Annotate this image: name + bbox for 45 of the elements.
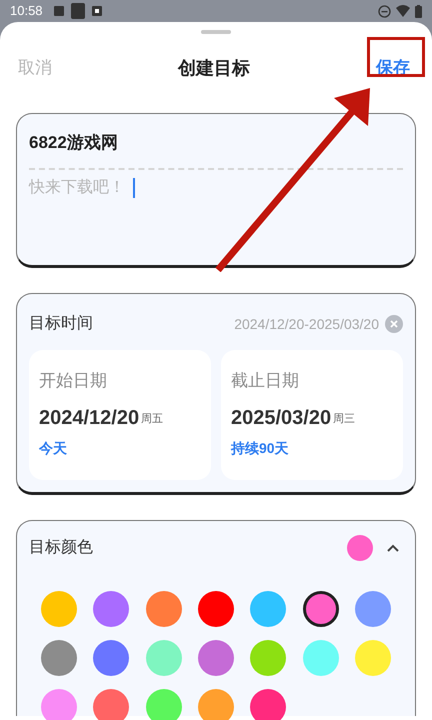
date-label: 截止日期 (231, 370, 299, 392)
date-note: 持续90天 (231, 438, 289, 458)
color-swatch[interactable] (93, 591, 130, 627)
color-swatch[interactable] (198, 640, 234, 676)
color-swatch[interactable] (250, 640, 286, 676)
status-time: 10:58 (10, 2, 43, 20)
color-swatch[interactable] (302, 640, 339, 676)
page-title: 创建目标 (178, 56, 250, 80)
color-swatch[interactable] (250, 689, 286, 720)
note-title: 6822游戏网 (29, 132, 119, 154)
color-swatch[interactable] (41, 591, 78, 627)
color-swatch[interactable] (41, 640, 78, 676)
battery-icon (415, 4, 422, 18)
clear-icon[interactable] (385, 315, 403, 333)
drag-handle[interactable] (201, 30, 231, 34)
color-swatch[interactable] (250, 591, 286, 627)
color-swatch[interactable] (93, 640, 130, 676)
section-label: 目标时间 (29, 314, 93, 334)
weekday: 周五 (141, 412, 164, 427)
color-swatch[interactable] (93, 689, 130, 720)
color-swatch[interactable] (146, 640, 182, 676)
date-range: 2024/12/20-2025/03/20 (234, 314, 379, 334)
color-swatch[interactable] (354, 640, 391, 676)
app-notification-icon (70, 3, 85, 19)
color-swatch[interactable] (354, 591, 391, 627)
date-value: 2024/12/20 (39, 408, 140, 428)
color-swatch[interactable] (146, 591, 182, 627)
caret-icon[interactable] (387, 544, 399, 552)
color-swatch[interactable] (198, 591, 234, 627)
date-note: 今天 (39, 438, 67, 458)
date-card[interactable]: 截止日期 2025/03/20 周三 持续90天 (221, 350, 403, 480)
color-swatch[interactable] (41, 689, 78, 720)
section-label: 目标颜色 (29, 538, 93, 558)
color-swatch[interactable] (302, 591, 339, 627)
date-label: 开始日期 (39, 370, 107, 392)
date-card[interactable]: 开始日期 2024/12/20 周五 今天 (29, 350, 211, 480)
do-not-disturb-icon (378, 4, 391, 18)
color-swatch[interactable] (146, 689, 182, 720)
app-notification-icon (90, 5, 103, 17)
image-notification-icon (52, 5, 65, 17)
date-value: 2025/03/20 (231, 408, 332, 428)
wifi-icon (396, 5, 410, 17)
cancel-button[interactable]: 取消 (18, 55, 52, 81)
weekday: 周三 (333, 412, 356, 427)
color-swatch[interactable] (198, 689, 234, 720)
